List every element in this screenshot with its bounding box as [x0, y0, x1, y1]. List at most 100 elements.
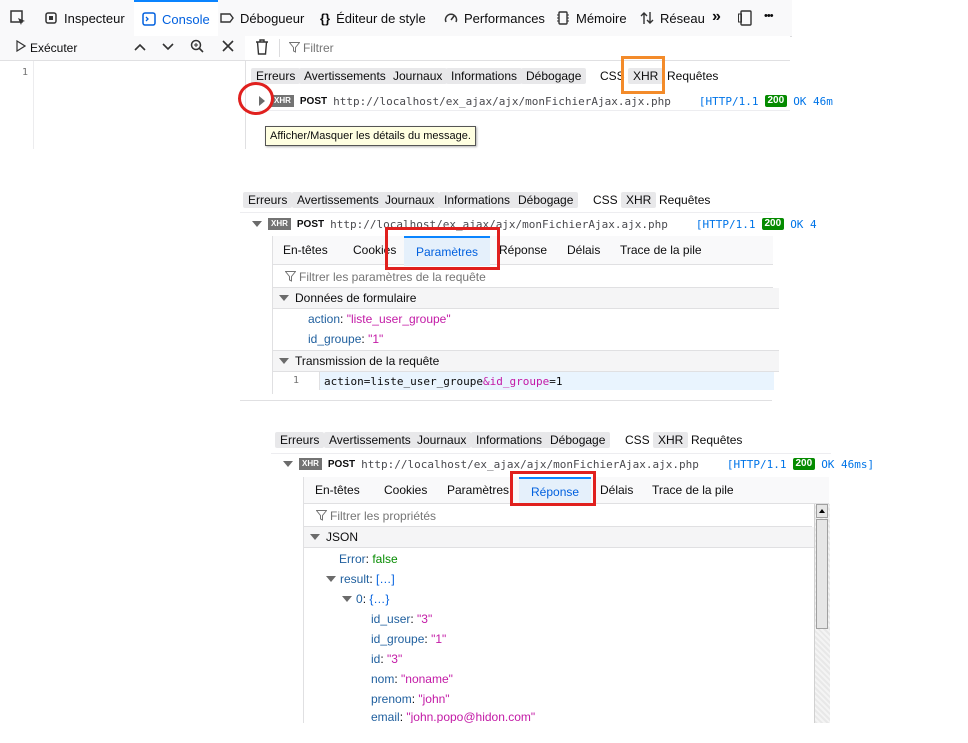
filter-journaux[interactable]: Journaux — [388, 68, 448, 84]
inspector-icon — [44, 11, 58, 25]
tab-delais[interactable]: Délais — [600, 477, 633, 503]
filter-informations[interactable]: Informations — [471, 432, 548, 448]
row-divider — [271, 453, 831, 454]
filter-informations[interactable]: Informations — [446, 68, 523, 84]
filter-css[interactable]: CSS — [620, 432, 655, 448]
chevron-down-icon[interactable] — [162, 41, 174, 55]
filter-avertissements[interactable]: Avertissements — [299, 68, 391, 84]
json-key: nom — [371, 672, 395, 686]
collapse-arrow-icon[interactable] — [326, 576, 336, 582]
params-filter-input[interactable] — [297, 268, 601, 285]
scrollbar[interactable] — [814, 504, 830, 723]
json-row: id: "3" — [371, 652, 403, 666]
execute-button[interactable]: Exécuter — [16, 39, 77, 55]
xhr-highlight-box — [621, 56, 665, 94]
chevron-up-icon[interactable] — [134, 41, 146, 55]
json-value: […] — [376, 572, 395, 586]
json-section-header[interactable]: JSON — [304, 527, 818, 548]
raw-payload: 1 action=liste_user_groupe&id_groupe=1 — [273, 372, 774, 390]
console-filter-bar — [245, 36, 790, 61]
filter-requetes[interactable]: Requêtes — [662, 68, 723, 84]
filter-journaux[interactable]: Journaux — [380, 192, 440, 208]
dock-icon[interactable] — [738, 10, 754, 29]
tab-performances[interactable]: Performances — [444, 0, 545, 36]
tab-cookies[interactable]: Cookies — [384, 477, 427, 503]
collapse-arrow-icon[interactable] — [283, 461, 293, 467]
scroll-thumb[interactable] — [816, 519, 828, 629]
network-request-row[interactable]: XHR POST http://localhost/ex_ajax/ajx/mo… — [259, 92, 833, 110]
json-row: nom: "noname" — [371, 672, 453, 686]
tab-debogueur[interactable]: Débogueur — [220, 0, 304, 36]
element-picker-icon[interactable] — [10, 10, 26, 29]
payload-line-number: 1 — [293, 375, 300, 386]
field-value: "liste_user_groupe" — [346, 312, 451, 326]
request-timing: OK 46m — [793, 94, 833, 108]
payload-text: action=liste_user_groupe&id_groupe=1 — [324, 375, 563, 388]
json-value: "1" — [431, 632, 447, 646]
filter-xhr[interactable]: XHR — [653, 432, 689, 448]
xhr-badge: XHR — [299, 458, 322, 470]
filter-debogage[interactable]: Débogage — [521, 68, 587, 84]
json-key: id — [371, 652, 381, 666]
play-icon — [16, 39, 27, 55]
options-menu-icon[interactable]: ••• — [764, 10, 774, 22]
tab-label: Inspecteur — [64, 10, 125, 26]
more-tools-icon[interactable]: » — [712, 8, 721, 26]
form-data-section-header[interactable]: Données de formulaire — [273, 288, 779, 309]
tab-en-tetes[interactable]: En-têtes — [283, 236, 328, 264]
request-timing: OK 4 — [790, 217, 817, 231]
json-key: 0 — [356, 592, 363, 606]
tab-reseau[interactable]: Réseau — [640, 0, 705, 36]
request-method: POST — [299, 95, 328, 107]
network-request-row[interactable]: XHR POST http://localhost/ex_ajax/ajx/mo… — [252, 215, 817, 233]
reponse-highlight-box — [510, 471, 596, 506]
filter-informations[interactable]: Informations — [439, 192, 516, 208]
tab-inspecteur[interactable]: Inspecteur — [44, 0, 125, 36]
search-icon[interactable] — [190, 39, 204, 56]
json-row-item[interactable]: 0: {…} — [342, 592, 389, 606]
collapse-arrow-icon[interactable] — [252, 221, 262, 227]
tab-trace-pile[interactable]: Trace de la pile — [620, 236, 702, 264]
tab-parametres[interactable]: Paramètres — [447, 477, 509, 503]
json-value: "noname" — [401, 672, 453, 686]
filter-icon — [288, 42, 301, 56]
filter-css[interactable]: CSS — [588, 192, 623, 208]
json-row-result[interactable]: result: […] — [326, 572, 395, 586]
tab-trace-pile[interactable]: Trace de la pile — [652, 477, 734, 503]
transmission-section-header[interactable]: Transmission de la requête — [273, 350, 779, 372]
json-value: "3" — [387, 652, 403, 666]
filter-requetes[interactable]: Requêtes — [654, 192, 715, 208]
console-filter-input[interactable] — [301, 39, 605, 57]
tab-editeur-style[interactable]: {} Éditeur de style — [320, 0, 426, 36]
filter-avertissements[interactable]: Avertissements — [292, 192, 384, 208]
tab-console[interactable]: Console — [134, 0, 218, 36]
collapse-arrow-icon[interactable] — [342, 596, 352, 602]
tab-delais[interactable]: Délais — [567, 236, 600, 264]
request-url[interactable]: http://localhost/ex_ajax/ajx/monFichierA… — [333, 95, 671, 108]
response-filter-input[interactable] — [328, 507, 632, 524]
filter-journaux[interactable]: Journaux — [412, 432, 472, 448]
filter-erreurs[interactable]: Erreurs — [243, 192, 293, 208]
trash-icon[interactable] — [255, 39, 269, 58]
section-title: Données de formulaire — [295, 291, 417, 305]
filter-debogage[interactable]: Débogage — [513, 192, 579, 208]
tab-en-tetes[interactable]: En-têtes — [315, 477, 360, 503]
scroll-up-button[interactable] — [816, 504, 828, 518]
request-details: En-têtes Cookies Paramètres Réponse Déla… — [272, 236, 779, 394]
close-icon[interactable] — [222, 40, 234, 55]
request-url[interactable]: http://localhost/ex_ajax/ajx/monFichierA… — [361, 458, 699, 471]
http-version: [HTTP/1.1 — [695, 217, 756, 231]
filter-erreurs[interactable]: Erreurs — [275, 432, 325, 448]
json-value: "john" — [418, 692, 450, 706]
tab-memoire[interactable]: Mémoire — [556, 0, 627, 36]
xhr-badge: XHR — [271, 95, 294, 107]
filter-avertissements[interactable]: Avertissements — [324, 432, 416, 448]
tooltip: Afficher/Masquer les détails du message. — [265, 126, 476, 146]
editor-line-number: 1 — [22, 67, 29, 78]
console-editor[interactable]: 1 — [0, 61, 246, 149]
tab-label: Mémoire — [576, 10, 627, 26]
filter-xhr[interactable]: XHR — [621, 192, 657, 208]
filter-requetes[interactable]: Requêtes — [686, 432, 747, 448]
filter-debogage[interactable]: Débogage — [545, 432, 611, 448]
tab-reponse[interactable]: Réponse — [499, 236, 547, 264]
